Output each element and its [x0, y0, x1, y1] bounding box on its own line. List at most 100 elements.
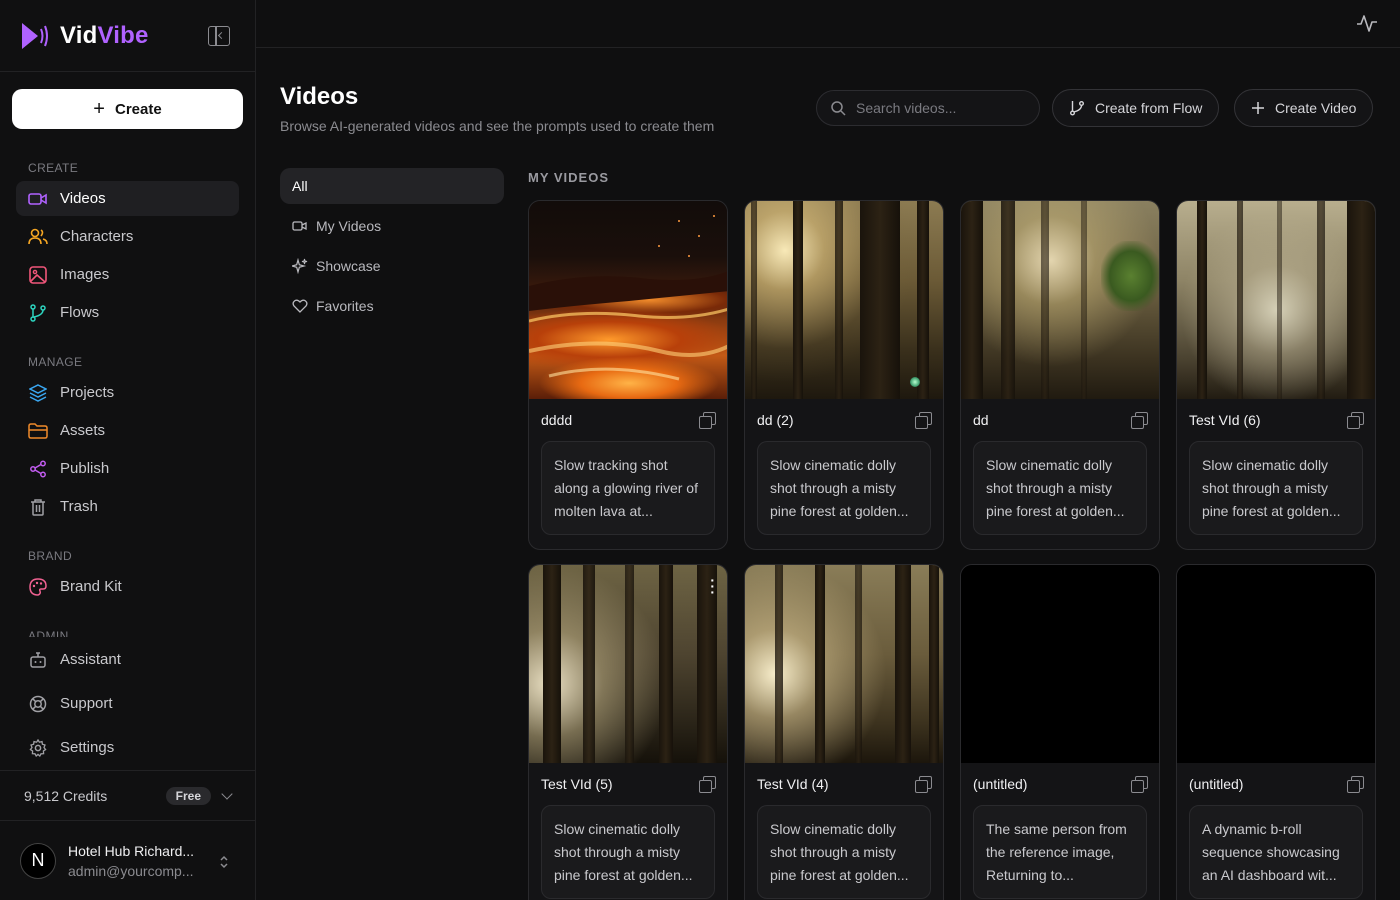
filter-label: Showcase — [316, 258, 381, 274]
vidvibe-logo-icon[interactable] — [20, 20, 52, 52]
video-title: dddd — [541, 412, 573, 428]
activity-icon[interactable] — [1356, 12, 1378, 34]
video-card[interactable]: dddd Slow tracking shot along a glowing … — [528, 200, 728, 550]
sidebar-item-label: Settings — [60, 739, 115, 756]
sidebar-item-videos[interactable]: Videos — [16, 181, 239, 216]
palette-icon — [28, 577, 48, 597]
video-grid: dddd Slow tracking shot along a glowing … — [528, 200, 1376, 900]
layers-icon — [28, 383, 48, 403]
chevron-down-icon[interactable] — [221, 787, 233, 800]
create-button[interactable]: + Create — [12, 89, 243, 129]
video-camera-icon — [28, 189, 48, 209]
video-title: dd (2) — [757, 412, 794, 428]
search-box[interactable] — [816, 90, 1040, 126]
video-title: Test VId (5) — [541, 776, 613, 792]
video-thumbnail[interactable] — [745, 565, 943, 763]
page-title: Videos — [280, 83, 359, 110]
chevrons-up-down-icon — [220, 855, 228, 869]
sparkles-icon — [292, 258, 308, 274]
section-create: CREATE — [28, 161, 79, 175]
filter-showcase[interactable]: Showcase — [280, 248, 504, 284]
sidebar-item-brand-kit[interactable]: Brand Kit — [16, 569, 239, 604]
section-admin: ADMIN — [28, 629, 69, 637]
heart-icon — [292, 299, 308, 313]
main-content: Videos Browse AI-generated videos and se… — [256, 0, 1400, 900]
copy-icon[interactable] — [1131, 412, 1148, 429]
credits-row[interactable]: 9,512 Credits Free — [0, 770, 255, 820]
video-card[interactable]: · · · Test VId (5) Slow cinematic dolly sh… — [528, 564, 728, 900]
sidebar: VidVibe + Create CREATE Videos Character… — [0, 0, 256, 900]
video-prompt: Slow cinematic dolly shot through a mist… — [973, 441, 1147, 535]
filter-label: My Videos — [316, 218, 382, 234]
sidebar-item-images[interactable]: Images — [16, 257, 239, 292]
sidebar-item-flows[interactable]: Flows — [16, 295, 239, 330]
video-thumbnail[interactable] — [961, 201, 1159, 399]
video-card-header: Test VId (5) — [529, 763, 727, 805]
copy-icon[interactable] — [1347, 412, 1364, 429]
plus-icon — [1251, 101, 1265, 115]
sidebar-item-assistant[interactable]: Assistant — [16, 642, 239, 677]
video-card[interactable]: (untitled) The same person from the refe… — [960, 564, 1160, 900]
sidebar-item-label: Assistant — [60, 651, 121, 668]
sidebar-item-label: Assets — [60, 422, 106, 439]
copy-icon[interactable] — [699, 776, 716, 793]
sidebar-item-publish[interactable]: Publish — [16, 451, 239, 486]
video-card-header: Test VId (4) — [745, 763, 943, 805]
user-info: Hotel Hub Richard... admin@yourcomp... — [68, 841, 194, 881]
filter-label: All — [292, 178, 308, 194]
sidebar-item-characters[interactable]: Characters — [16, 219, 239, 254]
create-video-button[interactable]: Create Video — [1234, 89, 1374, 127]
video-thumbnail[interactable] — [745, 201, 943, 399]
video-thumbnail[interactable] — [961, 565, 1159, 763]
video-thumbnail[interactable] — [1177, 565, 1375, 763]
video-card[interactable]: (untitled) A dynamic b-roll sequence sho… — [1176, 564, 1376, 900]
filter-my-videos[interactable]: My Videos — [280, 208, 504, 244]
brand-name-part1: Vid — [60, 21, 98, 49]
trash-icon — [28, 497, 48, 517]
user-email: admin@yourcomp... — [68, 862, 194, 879]
search-input[interactable] — [856, 100, 1026, 116]
video-prompt: The same person from the reference image… — [973, 805, 1147, 899]
copy-icon[interactable] — [915, 776, 932, 793]
sidebar-item-assets[interactable]: Assets — [16, 413, 239, 448]
image-icon — [28, 265, 48, 285]
filter-all[interactable]: All — [280, 168, 504, 204]
copy-icon[interactable] — [699, 412, 716, 429]
video-prompt: Slow cinematic dolly shot through a mist… — [1189, 441, 1363, 535]
video-thumbnail[interactable] — [529, 201, 727, 399]
sidebar-collapse-icon[interactable] — [208, 26, 230, 46]
video-card[interactable]: Test VId (6) Slow cinematic dolly shot t… — [1176, 200, 1376, 550]
sidebar-item-trash[interactable]: Trash — [16, 489, 239, 524]
video-card[interactable]: Test VId (4) Slow cinematic dolly shot t… — [744, 564, 944, 900]
video-title: (untitled) — [1189, 776, 1244, 792]
avatar: N — [20, 842, 56, 879]
sidebar-item-label: Projects — [60, 384, 115, 401]
copy-icon[interactable] — [915, 412, 932, 429]
video-card[interactable]: dd Slow cinematic dolly shot through a m… — [960, 200, 1160, 550]
plan-badge: Free — [165, 786, 211, 805]
copy-icon[interactable] — [1131, 776, 1148, 793]
credits-count: 9,512 Credits — [24, 787, 108, 804]
sidebar-item-label: Support — [60, 695, 113, 712]
section-manage: MANAGE — [28, 355, 83, 369]
video-card[interactable]: dd (2) Slow cinematic dolly shot through… — [744, 200, 944, 550]
user-menu[interactable]: N Hotel Hub Richard... admin@yourcomp... — [0, 820, 255, 900]
video-thumbnail[interactable]: · · · — [529, 565, 727, 763]
section-my-videos: MY VIDEOS — [528, 170, 610, 185]
sidebar-item-projects[interactable]: Projects — [16, 375, 239, 410]
sidebar-item-label: Trash — [60, 498, 98, 515]
create-from-flow-button[interactable]: Create from Flow — [1052, 89, 1220, 127]
sidebar-item-support[interactable]: Support — [16, 686, 239, 721]
video-thumbnail[interactable] — [1177, 201, 1375, 399]
filter-label: Favorites — [316, 298, 374, 314]
copy-icon[interactable] — [1347, 776, 1364, 793]
sidebar-item-label: Images — [60, 266, 110, 283]
video-title: Test VId (4) — [757, 776, 829, 792]
filter-favorites[interactable]: Favorites — [280, 288, 504, 324]
video-prompt: Slow cinematic dolly shot through a mist… — [757, 441, 931, 535]
life-buoy-icon — [28, 694, 48, 714]
create-video-label: Create Video — [1275, 100, 1357, 116]
sidebar-item-settings[interactable]: Settings — [16, 730, 239, 765]
more-options-icon[interactable]: · · · — [710, 573, 715, 599]
bot-icon — [28, 650, 48, 670]
